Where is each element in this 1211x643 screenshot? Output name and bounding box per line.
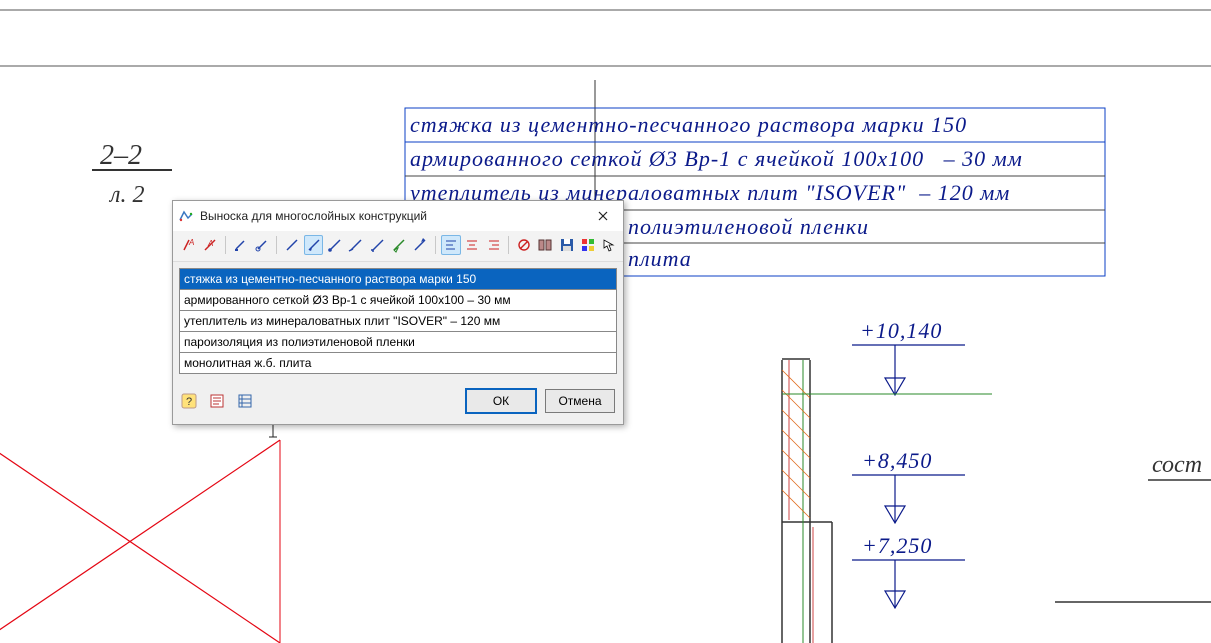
elevation-0: +10,140	[860, 318, 942, 344]
sheet-label: л. 2	[110, 182, 144, 209]
notes-icon[interactable]	[209, 393, 225, 409]
tool-align-left-icon[interactable]	[441, 235, 460, 255]
dialog-toolbar: A A	[173, 231, 623, 262]
tool-arrow-a1-icon[interactable]: A	[179, 235, 198, 255]
tool-endcap-1-icon[interactable]	[231, 235, 250, 255]
tool-align-right-icon[interactable]	[484, 235, 503, 255]
toolbar-separator	[508, 236, 509, 254]
tool-leader-2-icon[interactable]	[304, 235, 323, 255]
layer-row-4[interactable]: монолитная ж.б. плита	[180, 353, 616, 373]
layer-row-2[interactable]: утеплитель из минераловатных плит "ISOVE…	[180, 311, 616, 332]
tool-leader-7-icon[interactable]	[411, 235, 430, 255]
toolbar-separator	[276, 236, 277, 254]
layer-label-0: стяжка из цементно-песчанного раствора м…	[410, 112, 967, 138]
help-icon[interactable]: ?	[181, 393, 197, 409]
settings-icon[interactable]	[237, 393, 253, 409]
tool-leader-3-icon[interactable]	[325, 235, 344, 255]
elevation-2: +7,250	[862, 533, 932, 559]
tool-save-icon[interactable]	[557, 235, 576, 255]
toolbar-separator	[435, 236, 436, 254]
tool-leader-1-icon[interactable]	[282, 235, 301, 255]
tool-null-icon[interactable]	[514, 235, 533, 255]
tool-endcap-2-icon[interactable]	[252, 235, 271, 255]
svg-text:?: ?	[186, 396, 192, 408]
section-id: 2–2	[100, 140, 142, 172]
layer-label-1: армированного сеткой Ø3 Вр-1 с ячейкой 1…	[410, 146, 1023, 172]
layer-label-3: полиэтиленовой пленки	[628, 214, 869, 240]
tool-leader-5-icon[interactable]	[368, 235, 387, 255]
ok-button[interactable]: ОК	[465, 388, 537, 414]
elevation-1: +8,450	[862, 448, 932, 474]
dialog-titlebar[interactable]: Выноска для многослойных конструкций	[173, 201, 623, 231]
layered-leader-dialog: Выноска для многослойных конструкций A A…	[172, 200, 624, 425]
right-cut-label: сост	[1152, 452, 1202, 479]
tool-color-icon[interactable]	[578, 235, 597, 255]
svg-text:A: A	[207, 239, 213, 248]
layers-list[interactable]: стяжка из цементно-песчанного раствора м…	[179, 268, 617, 374]
layer-row-3[interactable]: пароизоляция из полиэтиленовой пленки	[180, 332, 616, 353]
dialog-buttons: ? ОК Отмена	[173, 384, 623, 424]
layer-row-0[interactable]: стяжка из цементно-песчанного раствора м…	[180, 269, 616, 290]
cad-canvas[interactable]: 2–2 л. 2 сост стяжка из цементно-песчанн…	[0, 0, 1211, 643]
toolbar-separator	[225, 236, 226, 254]
svg-text:A: A	[188, 238, 194, 247]
layer-row-1[interactable]: армированного сеткой Ø3 Вр-1 с ячейкой 1…	[180, 290, 616, 311]
close-button[interactable]	[588, 205, 618, 227]
tool-arrow-a2-icon[interactable]: A	[200, 235, 219, 255]
layer-label-4: плита	[628, 246, 692, 272]
cancel-button[interactable]: Отмена	[545, 389, 615, 413]
tool-pick-icon[interactable]	[600, 235, 619, 255]
dialog-title: Выноска для многослойных конструкций	[200, 209, 588, 223]
tool-align-center-icon[interactable]	[463, 235, 482, 255]
tool-leader-4-icon[interactable]	[347, 235, 366, 255]
app-icon	[178, 208, 194, 224]
tool-book-icon[interactable]	[536, 235, 555, 255]
tool-leader-6-icon[interactable]	[389, 235, 408, 255]
